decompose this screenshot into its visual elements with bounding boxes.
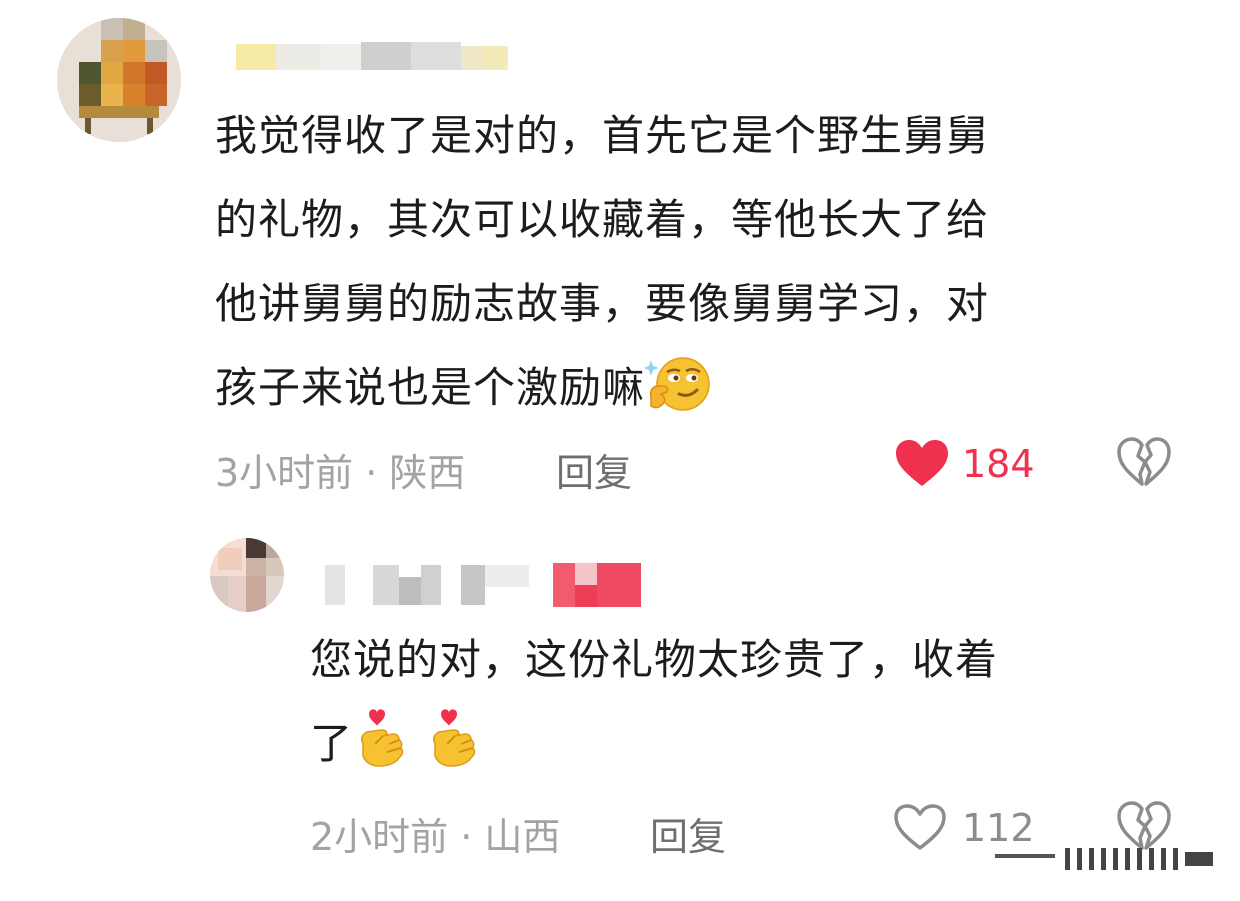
thinking-hand-smirk-emoji	[643, 354, 711, 442]
like-count: 112	[962, 806, 1035, 850]
avatar[interactable]	[57, 18, 181, 142]
reply-username-blurred[interactable]	[325, 563, 645, 609]
reply-time-location: 2小时前 · 山西	[310, 815, 561, 859]
finger-heart-emoji	[353, 704, 411, 798]
comment-time-location: 3小时前 · 陕西	[215, 451, 466, 495]
reply-comment-text: 您说的对，这份礼物太珍贵了，收着 了	[310, 618, 1190, 798]
reply-avatar[interactable]	[210, 538, 284, 612]
broken-heart-icon[interactable]	[1116, 436, 1172, 492]
like-count: 184	[962, 442, 1035, 486]
username-blurred[interactable]	[236, 42, 508, 74]
heart-filled-icon[interactable]	[894, 438, 950, 492]
reply-button[interactable]: 回复	[650, 806, 726, 861]
heart-outline-icon[interactable]	[892, 802, 948, 856]
comment-text: 我觉得收了是对的，首先它是个野生舅舅 的礼物，其次可以收藏着，等他长大了给 他讲…	[215, 94, 1175, 442]
finger-heart-emoji	[425, 704, 483, 798]
watermark	[985, 846, 1215, 872]
comment-thread: 我觉得收了是对的，首先它是个野生舅舅 的礼物，其次可以收藏着，等他长大了给 他讲…	[0, 0, 1240, 901]
reply-button[interactable]: 回复	[556, 442, 632, 497]
